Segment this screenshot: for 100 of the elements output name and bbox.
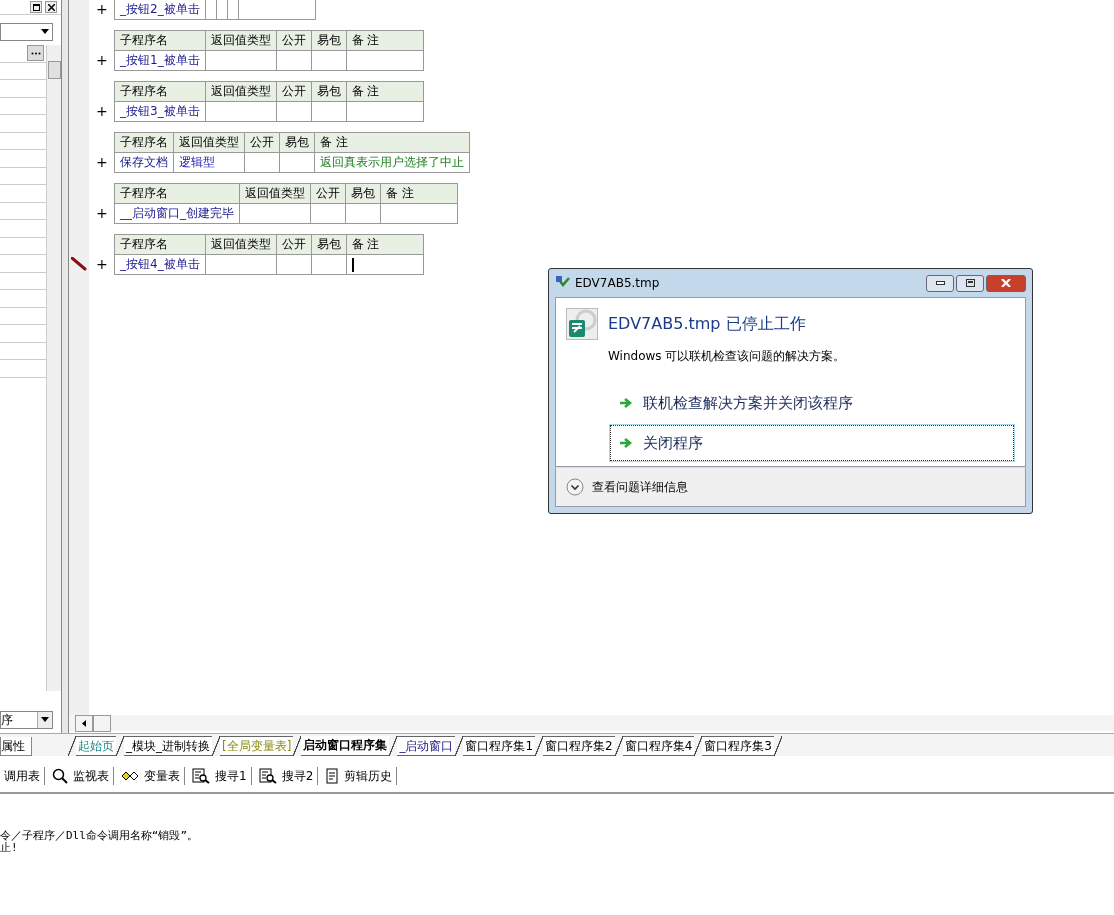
- expand-button[interactable]: +: [96, 154, 110, 170]
- column-header: 返回值类型: [205, 81, 277, 102]
- column-header: 返回值类型: [205, 30, 277, 51]
- column-header: 公开: [310, 183, 346, 204]
- column-header: 返回值类型: [239, 183, 311, 204]
- ellipsis-button[interactable]: [27, 45, 44, 61]
- table-cell: [205, 254, 277, 275]
- scrollbar-thumb[interactable]: [48, 61, 61, 79]
- arrow-icon: [619, 397, 633, 409]
- table-cell: [345, 203, 381, 224]
- column-header: 子程序名: [114, 234, 206, 255]
- table-cell: [276, 50, 312, 71]
- toolbar-button[interactable]: 监视表: [48, 765, 113, 787]
- details-toggle[interactable]: 查看问题详细信息: [566, 478, 688, 496]
- table-cell: [310, 203, 346, 224]
- object-dropdown[interactable]: [0, 23, 53, 41]
- column-header: 备 注: [314, 132, 470, 153]
- column-header: 易包: [311, 81, 347, 102]
- toolbar-button[interactable]: 调用表: [0, 765, 44, 787]
- expand-button[interactable]: +: [96, 103, 110, 119]
- column-header: 子程序名: [114, 183, 240, 204]
- output-line: 止!: [0, 842, 18, 854]
- table-cell: _按钮4_被单击: [114, 254, 206, 275]
- toolbar-button[interactable]: 搜寻1: [188, 765, 251, 787]
- maximize-icon: [965, 279, 975, 287]
- glasses-icon: [121, 769, 139, 783]
- column-header: 子程序名: [114, 81, 206, 102]
- table-cell: _按钮3_被单击: [114, 101, 206, 122]
- column-header: 返回值类型: [173, 132, 245, 153]
- file-tab[interactable]: _模块_进制转换: [124, 736, 212, 756]
- document-search-icon: [192, 768, 210, 784]
- caret-icon: [41, 29, 49, 34]
- property-tab[interactable]: 属性: [0, 737, 32, 756]
- chevron-icon: [566, 478, 584, 496]
- column-header: 返回值类型: [205, 234, 277, 255]
- command-link[interactable]: 关闭程序: [610, 425, 1014, 461]
- splitter-bar[interactable]: [62, 0, 69, 733]
- minimize-icon: [935, 281, 945, 285]
- column-header: 备 注: [380, 183, 458, 204]
- maximize-button[interactable]: [30, 1, 42, 13]
- left-arrow-icon: [82, 720, 86, 727]
- file-tab[interactable]: 窗口程序集1: [463, 736, 535, 756]
- table-cell: [216, 0, 228, 20]
- file-tab[interactable]: 起始页: [76, 736, 116, 756]
- column-header: 备 注: [346, 234, 424, 255]
- dialog-heading: EDV7AB5.tmp 已停止工作: [608, 313, 806, 335]
- expand-button[interactable]: +: [96, 1, 110, 17]
- column-header: 备 注: [346, 81, 424, 102]
- file-tab[interactable]: _启动窗口: [397, 736, 456, 756]
- column-header: 易包: [311, 30, 347, 51]
- file-tab[interactable]: [全局变量表]: [220, 736, 294, 756]
- table-cell: [227, 0, 239, 20]
- toolbar-button[interactable]: 剪辑历史: [321, 765, 397, 787]
- scroll-left-button[interactable]: [75, 715, 93, 732]
- expand-button[interactable]: +: [96, 205, 110, 221]
- output-line: 令／子程序／Dll命令调用名称“销毁”。: [0, 830, 200, 842]
- column-header: 备 注: [346, 30, 424, 51]
- caret-icon: [41, 717, 49, 722]
- table-cell: 逻辑型: [173, 152, 245, 173]
- table-cell: [311, 50, 347, 71]
- app-icon: [566, 308, 598, 340]
- close-button[interactable]: [45, 1, 57, 13]
- type-dropdown[interactable]: 序: [0, 711, 53, 729]
- expand-button[interactable]: +: [96, 256, 110, 272]
- dialog-title: EDV7AB5.tmp: [575, 276, 660, 290]
- maximize-button[interactable]: [956, 274, 984, 292]
- file-tab[interactable]: 窗口程序集4: [622, 736, 695, 756]
- minimize-button[interactable]: [926, 274, 954, 292]
- close-icon: [1001, 279, 1011, 287]
- column-header: 公开: [276, 81, 312, 102]
- arrow-icon: [619, 437, 633, 449]
- dialog-message: Windows 可以联机检查该问题的解决方案。: [608, 348, 847, 365]
- expand-button[interactable]: +: [96, 52, 110, 68]
- table-cell: __启动窗口_创建完毕: [114, 203, 240, 224]
- table-cell: 返回真表示用户选择了中止: [314, 152, 470, 173]
- toolbar-button[interactable]: 搜寻2: [254, 765, 318, 787]
- ellipsis-icon: [30, 51, 41, 55]
- table-cell: [279, 152, 315, 173]
- vertical-scrollbar[interactable]: [46, 45, 61, 691]
- table-cell: 保存文档: [114, 152, 174, 173]
- column-header: 公开: [276, 234, 312, 255]
- toolbar-button[interactable]: 变量表: [117, 765, 184, 787]
- table-cell: [205, 50, 277, 71]
- table-cell: _按钮1_被单击: [114, 50, 206, 71]
- column-header: 公开: [276, 30, 312, 51]
- close-icon: [47, 3, 55, 11]
- file-tab[interactable]: 启动窗口程序集: [301, 736, 390, 756]
- search-icon: [52, 768, 68, 784]
- table-cell: [276, 254, 312, 275]
- document-search-icon: [258, 768, 277, 784]
- table-cell: [205, 101, 277, 122]
- column-header: 子程序名: [114, 30, 206, 51]
- document-icon: [325, 768, 340, 784]
- column-header: 子程序名: [114, 132, 174, 153]
- file-tab[interactable]: 窗口程序集3: [702, 736, 774, 756]
- column-header: 易包: [311, 234, 347, 255]
- table-cell: [205, 0, 217, 20]
- column-header: 易包: [279, 132, 315, 153]
- scrollbar-thumb[interactable]: [93, 715, 111, 732]
- file-tab[interactable]: 窗口程序集2: [543, 736, 615, 756]
